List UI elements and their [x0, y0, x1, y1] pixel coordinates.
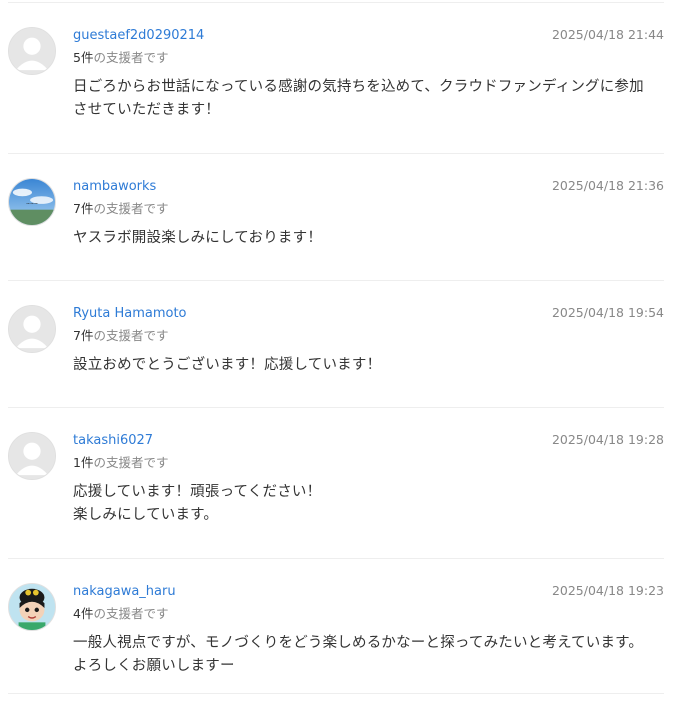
comment-body: ヤスラボ開設楽しみにしております！ [73, 227, 663, 250]
comment-item: guestaef2d0290214 5件の支援者です 2025/04/18 21… [8, 27, 664, 154]
top-divider [8, 2, 664, 3]
comment-item: nakagawa_haru 4件の支援者です 2025/04/18 19:23 … [8, 583, 664, 694]
comment-timestamp: 2025/04/18 19:23 [551, 583, 664, 598]
comment-line: ヤスラボ開設楽しみにしております！ [73, 230, 323, 246]
comment-timestamp: 2025/04/18 21:36 [551, 178, 664, 193]
default-user-icon[interactable] [8, 305, 56, 353]
support-count: 7件の支援者です [73, 201, 169, 216]
comment-body: 一般人視点ですが、モノづくりをどう楽しめるかなーと探ってみたいと考えています。 … [73, 632, 663, 678]
support-count: 7件の支援者です [73, 328, 169, 343]
default-user-icon[interactable] [8, 27, 56, 75]
support-count: 4件の支援者です [73, 606, 169, 621]
username-link[interactable]: nakagawa_haru [73, 583, 176, 601]
comment-timestamp: 2025/04/18 19:54 [551, 305, 664, 320]
comment-item: ~~~ nambaworks 7件の支援者です 2025/04/18 21:36… [8, 178, 664, 281]
username-link[interactable]: Ryuta Hamamoto [73, 305, 187, 323]
comment-line: 設立おめでとうございます！応援しています！ [73, 357, 382, 373]
support-count: 5件の支援者です [73, 50, 169, 65]
username-link[interactable]: nambaworks [73, 178, 156, 196]
comment-body: 日ごろからお世話になっている感謝の気持ちを込めて、クラウドファンディングに参加 … [73, 76, 663, 122]
cartoon-character-icon[interactable] [8, 583, 56, 631]
default-user-icon[interactable] [8, 432, 56, 480]
comment-line: 応援しています！頑張ってください！ [73, 484, 322, 500]
username-link[interactable]: takashi6027 [73, 432, 153, 450]
comment-line: 日ごろからお世話になっている感謝の気持ちを込めて、クラウドファンディングに参加 [73, 79, 644, 95]
comment-timestamp: 2025/04/18 19:28 [551, 432, 664, 447]
sky-photo-icon[interactable]: ~~~ [8, 178, 56, 226]
support-count: 1件の支援者です [73, 455, 169, 470]
comment-item: takashi6027 1件の支援者です 2025/04/18 19:28 応援… [8, 432, 664, 559]
comment-item: Ryuta Hamamoto 7件の支援者です 2025/04/18 19:54… [8, 305, 664, 408]
comment-line: よろしくお願いしますー [73, 658, 235, 674]
comment-line: 楽しみにしています。 [73, 507, 219, 523]
svg-text:~~~: ~~~ [26, 202, 38, 207]
username-link[interactable]: guestaef2d0290214 [73, 27, 204, 45]
comment-line: 一般人視点ですが、モノづくりをどう楽しめるかなーと探ってみたいと考えています。 [73, 635, 644, 651]
comment-timestamp: 2025/04/18 21:44 [551, 27, 664, 42]
comment-body: 応援しています！頑張ってください！ 楽しみにしています。 [73, 481, 663, 527]
comment-line: させていただきます！ [73, 102, 220, 118]
comment-body: 設立おめでとうございます！応援しています！ [73, 354, 663, 377]
